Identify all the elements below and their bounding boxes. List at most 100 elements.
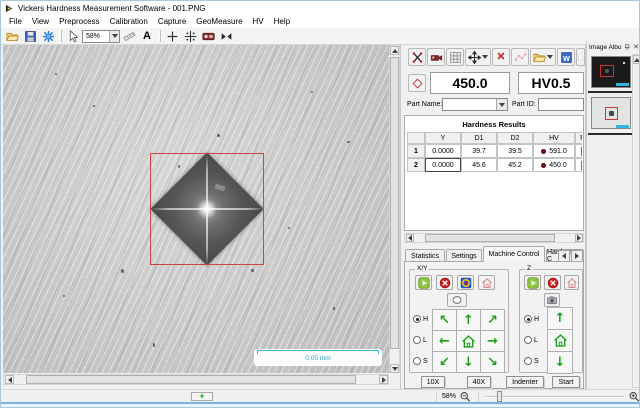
jog-down-right-button[interactable]: ↘ (481, 352, 504, 372)
jog-home-button[interactable] (457, 331, 480, 351)
scroll-left-button[interactable] (5, 375, 14, 384)
cell-y[interactable]: 0.0000 (425, 144, 461, 158)
fit-view-button[interactable] (218, 29, 234, 44)
part-name-combobox[interactable] (442, 98, 508, 111)
rp-checkbox[interactable]: ✓ (581, 147, 583, 156)
jog-up-right-button[interactable]: ↗ (481, 310, 504, 330)
z-up-button[interactable]: ↑ (548, 308, 572, 329)
start-button[interactable]: Start (552, 376, 580, 388)
micrograph-view[interactable]: 0.05 mm (3, 45, 389, 373)
cell-y[interactable]: 0.0000 (425, 158, 461, 172)
indent-mark-button[interactable] (408, 74, 426, 92)
crosshair-tool-button[interactable] (164, 29, 180, 44)
table-row[interactable]: 1 0.0000 39.7 39.5 591.0 ✓ (407, 144, 582, 158)
xy-stop-button[interactable] (436, 275, 453, 290)
scroll-right-button[interactable] (379, 375, 388, 384)
viewer-vertical-scrollbar[interactable] (389, 45, 400, 373)
menu-file[interactable]: File (4, 17, 27, 26)
viewer-horizontal-scrollbar[interactable] (3, 374, 389, 385)
indenter-button[interactable]: Indenter (506, 376, 544, 388)
column-header-d1[interactable]: D1 (461, 132, 497, 144)
menu-capture[interactable]: Capture (153, 17, 191, 26)
jog-left-button[interactable]: ← (433, 331, 456, 351)
grid-overlay-button[interactable] (446, 48, 464, 66)
cell-hv[interactable]: 450.0 (533, 158, 575, 172)
panel-splitter[interactable] (400, 45, 401, 389)
z-camera-button[interactable] (544, 293, 560, 307)
scroll-up-button[interactable] (390, 46, 399, 55)
scroll-down-button[interactable] (390, 364, 399, 373)
scroll-right-button[interactable] (575, 234, 583, 242)
results-horizontal-scrollbar[interactable] (404, 233, 584, 243)
z-down-button[interactable]: ↓ (548, 352, 572, 373)
jog-down-left-button[interactable]: ↙ (433, 352, 456, 372)
menu-hv[interactable]: HV (248, 17, 269, 26)
xy-speed-high-radio[interactable]: H (413, 315, 428, 323)
select-tool-button[interactable] (65, 29, 81, 44)
zoom-in-icon[interactable] (628, 391, 640, 402)
menu-view[interactable]: View (27, 17, 54, 26)
settings-button[interactable] (40, 29, 56, 44)
save-button[interactable] (22, 29, 38, 44)
close-icon[interactable]: ✕ (633, 43, 639, 51)
z-run-button[interactable] (524, 275, 541, 290)
xy-run-button[interactable] (415, 275, 432, 290)
cell-rp[interactable]: ✓ (575, 158, 582, 172)
xy-home-button[interactable] (478, 275, 495, 290)
center-mark-button[interactable] (182, 29, 198, 44)
album-thumbnail-light[interactable] (591, 97, 631, 129)
xy-speed-step-radio[interactable]: S (413, 357, 428, 365)
menu-preprocess[interactable]: Preprocess (54, 17, 104, 26)
z-home-jog-button[interactable] (548, 330, 572, 351)
chart-button[interactable] (511, 48, 529, 66)
pin-icon[interactable] (624, 44, 631, 51)
z-stop-button[interactable] (544, 275, 561, 290)
word-report-button[interactable]: W (557, 48, 575, 66)
jog-down-button[interactable]: ↓ (457, 352, 480, 372)
xy-speed-low-radio[interactable]: L (413, 336, 427, 344)
cell-d1[interactable]: 39.7 (461, 144, 497, 158)
scroll-left-button[interactable] (406, 234, 414, 242)
jog-up-left-button[interactable]: ↖ (433, 310, 456, 330)
live-video-button[interactable] (427, 48, 445, 66)
menu-geomeasure[interactable]: GeoMeasure (191, 17, 247, 26)
zoom-combobox[interactable]: 58% (82, 30, 120, 43)
part-name-dropdown-button[interactable] (496, 99, 507, 110)
column-header-hv[interactable]: HV (533, 132, 575, 144)
scrollbar-thumb[interactable] (390, 57, 399, 349)
xy-target-button[interactable] (457, 275, 474, 290)
jog-up-button[interactable]: ↑ (457, 310, 480, 330)
jog-right-button[interactable]: → (481, 331, 504, 351)
cell-d1[interactable]: 45.6 (461, 158, 497, 172)
measurement-box[interactable] (150, 153, 264, 265)
zoom-slider-thumb[interactable] (497, 391, 502, 402)
stage-move-button[interactable] (465, 48, 491, 66)
scroll-up-button[interactable] (633, 55, 640, 64)
z-speed-high-radio[interactable]: H (524, 315, 539, 323)
z-home-button[interactable] (564, 275, 579, 290)
tab-machine-control[interactable]: Machine Control (483, 246, 545, 262)
splitter-expand-button[interactable]: + (191, 392, 213, 401)
open-file-button[interactable] (4, 29, 20, 44)
zoom-slider-track[interactable] (484, 396, 624, 398)
z-speed-step-radio[interactable]: S (524, 357, 539, 365)
objective-40x-button[interactable]: 40X (467, 376, 491, 388)
xy-ellipse-button[interactable] (447, 293, 467, 307)
indenter-shape-button[interactable] (408, 48, 426, 66)
text-tool-button[interactable]: A (139, 29, 155, 44)
cell-rp[interactable]: ✓ (575, 144, 582, 158)
menu-help[interactable]: Help (269, 17, 295, 26)
album-scrollbar[interactable] (632, 54, 640, 388)
table-row[interactable]: 2 0.0000 45.6 45.2 450.0 ✓ (407, 158, 582, 172)
rp-checkbox[interactable]: ✓ (581, 161, 583, 170)
new-document-button[interactable] (576, 48, 585, 66)
part-id-input[interactable] (538, 98, 584, 111)
cell-hv[interactable]: 591.0 (533, 144, 575, 158)
zoom-dropdown-button[interactable] (109, 31, 119, 42)
column-header-y[interactable]: Y (425, 132, 461, 144)
scrollbar-thumb[interactable] (425, 234, 555, 242)
cell-d2[interactable]: 39.5 (497, 144, 533, 158)
camera-capture-button[interactable] (200, 29, 216, 44)
scrollbar-thumb[interactable] (26, 375, 356, 384)
column-header-rp[interactable]: RP (575, 132, 582, 144)
